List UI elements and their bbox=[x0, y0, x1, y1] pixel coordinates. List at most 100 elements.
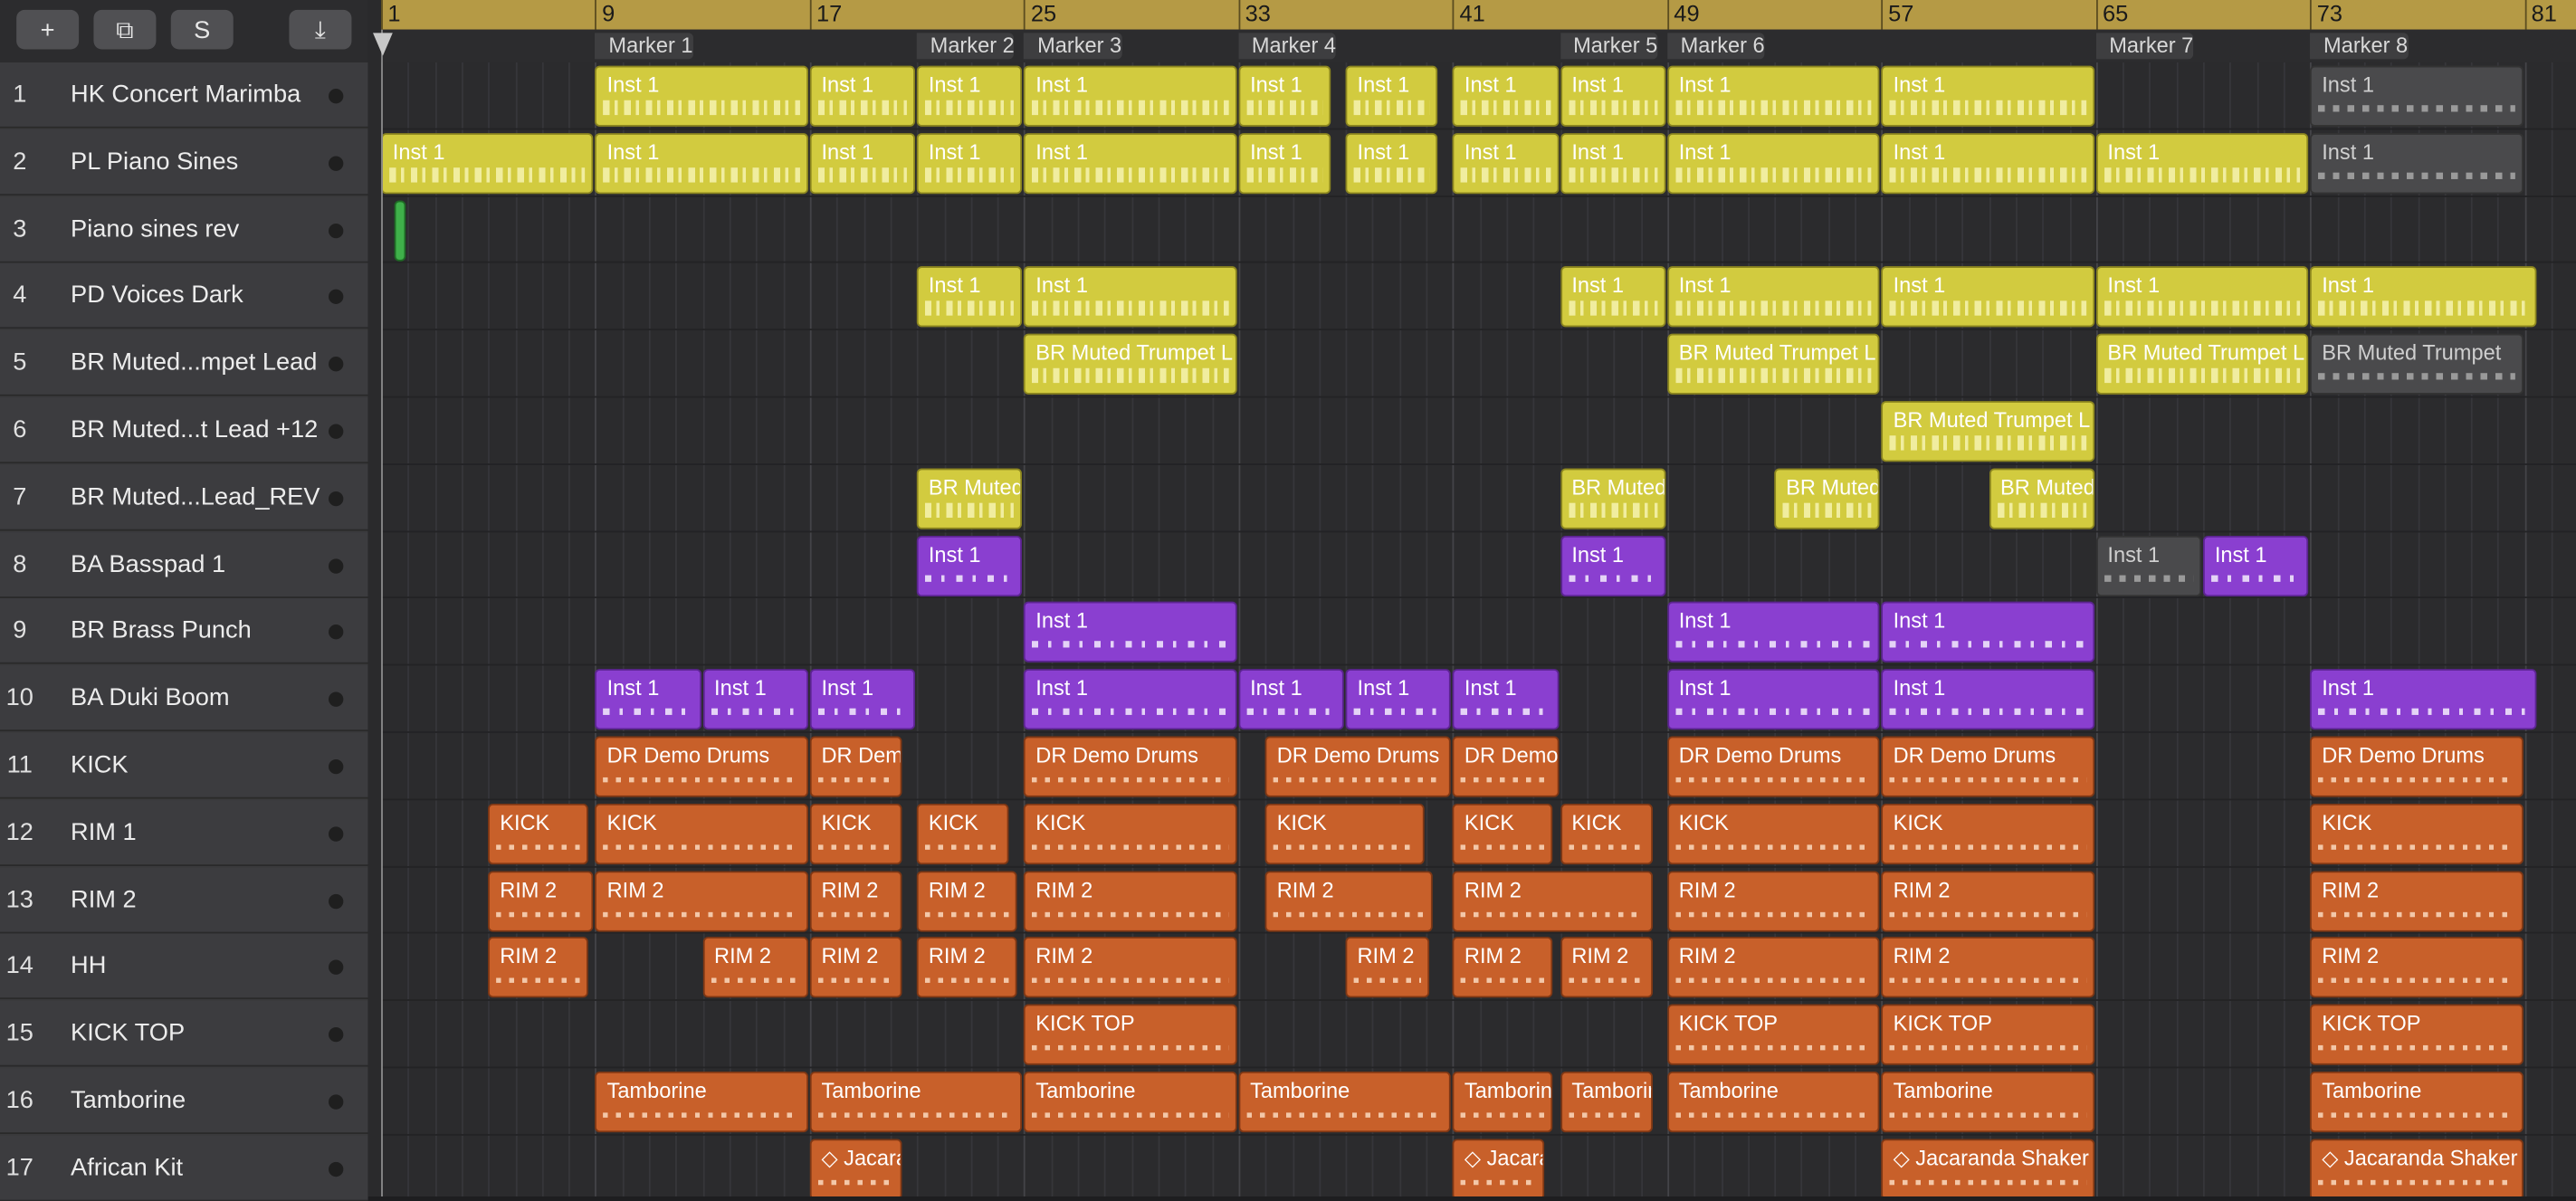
playhead-line[interactable] bbox=[381, 29, 383, 1196]
record-enable-dot[interactable] bbox=[329, 89, 344, 104]
region[interactable]: Inst 1 bbox=[595, 132, 808, 194]
region[interactable]: Inst 1 bbox=[1345, 132, 1438, 194]
region[interactable]: Tamborine bbox=[1881, 1071, 2094, 1133]
playhead-icon[interactable] bbox=[373, 33, 393, 56]
region[interactable]: BR Muted Trumpet L bbox=[1881, 401, 2094, 462]
marker-track[interactable]: Marker 1 Marker 2 Marker 3 Marker 4 Marker 5… bbox=[381, 29, 2576, 63]
region[interactable]: Inst 1 bbox=[1024, 602, 1237, 663]
region[interactable]: KICK bbox=[1264, 803, 1425, 864]
record-enable-dot[interactable] bbox=[329, 357, 344, 372]
record-enable-dot[interactable] bbox=[329, 156, 344, 171]
record-enable-dot[interactable] bbox=[329, 1161, 344, 1177]
marker-7[interactable]: Marker 7 bbox=[2095, 33, 2194, 60]
track-header[interactable]: 16 Tamborine bbox=[0, 1068, 368, 1134]
record-enable-dot[interactable] bbox=[329, 290, 344, 305]
record-enable-dot[interactable] bbox=[329, 491, 344, 506]
region[interactable]: Inst 1 bbox=[1667, 669, 1881, 730]
region[interactable]: Inst 1 bbox=[1881, 669, 2094, 730]
region[interactable]: Tamborine bbox=[1667, 1071, 1881, 1133]
region[interactable]: Inst 1 bbox=[1881, 266, 2094, 329]
region[interactable]: Inst 1 bbox=[809, 65, 916, 127]
region[interactable]: RIM 2 bbox=[2310, 870, 2524, 931]
region[interactable]: Inst 1 bbox=[1345, 65, 1438, 127]
region[interactable]: RIM 2 bbox=[595, 870, 808, 931]
record-enable-dot[interactable] bbox=[329, 758, 344, 775]
region[interactable]: RIM 2 bbox=[809, 937, 902, 998]
track-header[interactable]: 12 RIM 1 bbox=[0, 799, 368, 866]
region[interactable]: BR Muted Trumpet bbox=[2310, 333, 2524, 396]
region[interactable]: Inst 1 bbox=[1345, 669, 1452, 730]
track-header[interactable]: 15 KICK TOP bbox=[0, 1001, 368, 1067]
record-enable-dot[interactable] bbox=[329, 624, 344, 641]
region[interactable]: KICK bbox=[595, 803, 808, 864]
region[interactable]: Inst 1 bbox=[2310, 266, 2537, 329]
region[interactable]: Inst 1 bbox=[1238, 669, 1344, 730]
region[interactable]: Tamborin bbox=[1453, 1071, 1553, 1133]
region[interactable]: KICK bbox=[1453, 803, 1553, 864]
track-header[interactable]: 5 BR Muted...mpet Lead bbox=[0, 330, 368, 396]
region[interactable]: RIM 2 bbox=[1345, 937, 1430, 998]
region[interactable]: Inst 1 bbox=[1881, 602, 2094, 663]
marker-6[interactable]: Marker 6 bbox=[1667, 33, 1765, 60]
track-header[interactable]: 6 BR Muted...t Lead +12 bbox=[0, 397, 368, 464]
region[interactable]: KICK bbox=[917, 803, 1009, 864]
duplicate-track-button[interactable]: ⧉ bbox=[93, 9, 157, 50]
record-enable-dot[interactable] bbox=[329, 893, 344, 909]
record-enable-dot[interactable] bbox=[329, 960, 344, 976]
track-header[interactable]: 8 BA Basspad 1 bbox=[0, 531, 368, 598]
region[interactable]: Inst 1 bbox=[2310, 65, 2524, 127]
region[interactable]: BR Muted Trumpet L bbox=[2095, 333, 2309, 396]
region[interactable]: KICK bbox=[1024, 803, 1237, 864]
region[interactable]: RIM 2 bbox=[488, 870, 595, 931]
region[interactable]: DR Demo bbox=[1453, 736, 1559, 797]
region[interactable]: ◇ Jacaranda Shaker bbox=[2310, 1139, 2524, 1196]
region[interactable]: Inst 1 bbox=[917, 132, 1023, 194]
region[interactable]: Inst 1 bbox=[917, 266, 1023, 329]
region[interactable]: BR Muted bbox=[917, 468, 1023, 529]
record-enable-dot[interactable] bbox=[329, 223, 344, 238]
track-header[interactable]: 7 BR Muted...Lead_REV bbox=[0, 464, 368, 531]
region[interactable]: KICK TOP bbox=[2310, 1004, 2524, 1066]
region[interactable]: KICK bbox=[2310, 803, 2524, 864]
column-divider[interactable] bbox=[367, 0, 382, 1196]
region[interactable]: BR Muted Trumpet L bbox=[1667, 333, 1881, 396]
region[interactable]: Inst 1 bbox=[809, 132, 916, 194]
region[interactable]: Inst 1 bbox=[595, 669, 701, 730]
solo-button[interactable]: S bbox=[170, 9, 234, 50]
region[interactable]: ◇ Jacara bbox=[809, 1139, 902, 1196]
region[interactable]: RIM 2 bbox=[1264, 870, 1433, 931]
region[interactable]: Inst 1 bbox=[917, 65, 1023, 127]
track-header[interactable]: 1 HK Concert Marimba bbox=[0, 62, 368, 129]
region[interactable]: KICK bbox=[1667, 803, 1881, 864]
region[interactable]: Inst 1 bbox=[1560, 132, 1666, 194]
bar-ruler[interactable]: 1 9 17 25 33 41 49 57 65 73 81 bbox=[381, 0, 2576, 30]
marker-1[interactable]: Marker 1 bbox=[595, 33, 693, 60]
region[interactable]: KICK TOP bbox=[1881, 1004, 2094, 1066]
region[interactable]: KICK bbox=[809, 803, 902, 864]
region[interactable]: Inst 1 bbox=[1024, 132, 1237, 194]
region[interactable]: Inst 1 bbox=[1238, 65, 1331, 127]
track-header[interactable]: 10 BA Duki Boom bbox=[0, 665, 368, 732]
region[interactable]: RIM 2 bbox=[1024, 937, 1237, 998]
track-header[interactable]: 17 African Kit bbox=[0, 1135, 368, 1201]
region[interactable]: Inst 1 bbox=[595, 65, 808, 127]
region[interactable]: Inst 1 bbox=[702, 669, 808, 730]
region[interactable]: Tamborine bbox=[2310, 1071, 2524, 1133]
region[interactable]: Inst 1 bbox=[2095, 535, 2202, 596]
region[interactable]: Inst 1 bbox=[1024, 65, 1237, 127]
region[interactable]: RIM 2 bbox=[1667, 937, 1881, 998]
region[interactable]: Inst 1 bbox=[1560, 266, 1666, 329]
track-header[interactable]: 3 Piano sines rev bbox=[0, 196, 368, 262]
region[interactable]: Inst 1 bbox=[1881, 65, 2094, 127]
region[interactable]: BR Muted bbox=[1560, 468, 1666, 529]
region[interactable]: RIM 2 bbox=[1881, 937, 2094, 998]
region[interactable]: Inst 1 bbox=[1024, 266, 1237, 329]
region[interactable]: RIM 2 bbox=[2310, 937, 2524, 998]
region[interactable]: RIM 2 bbox=[1453, 937, 1553, 998]
region[interactable]: Inst 1 bbox=[917, 535, 1023, 596]
region[interactable]: Tamborine bbox=[1024, 1071, 1237, 1133]
region[interactable]: Inst 1 bbox=[1560, 65, 1666, 127]
region[interactable]: Inst 1 bbox=[2095, 132, 2309, 194]
region[interactable]: Inst 1 bbox=[2203, 535, 2309, 596]
region[interactable]: RIM 2 bbox=[917, 937, 1017, 998]
